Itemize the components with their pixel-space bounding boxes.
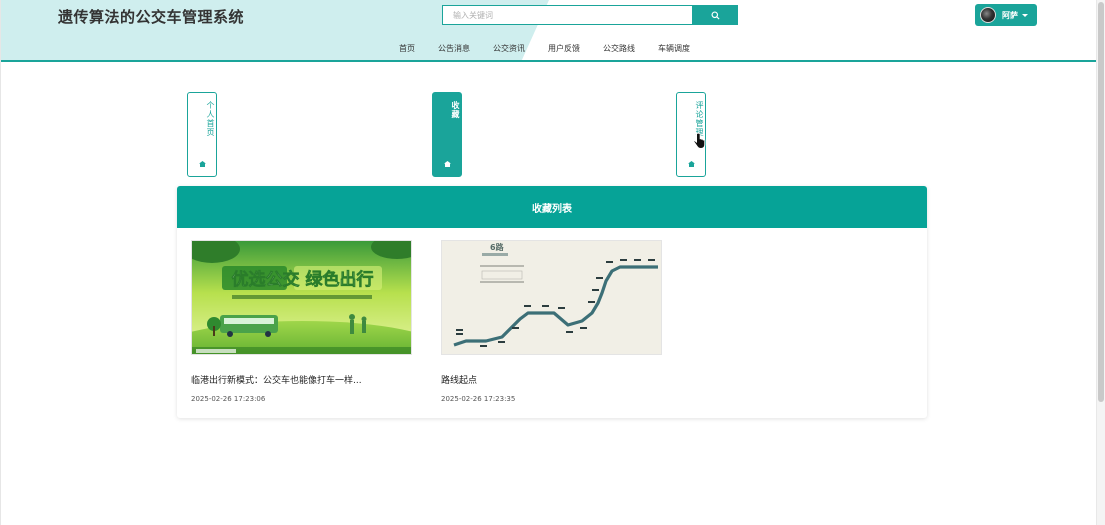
green-travel-banner-image: 优选公交 绿色出行 xyxy=(192,241,411,354)
favorite-card[interactable]: 6路 路线起点 2025-02-26 17:23:35 xyxy=(441,240,662,403)
home-icon xyxy=(444,161,451,167)
search-button[interactable] xyxy=(692,5,738,25)
nav-item-announcements[interactable]: 公告消息 xyxy=(438,43,470,54)
search-input[interactable] xyxy=(442,5,692,25)
vertical-scrollbar[interactable] xyxy=(1096,0,1105,525)
tab-profile-label: 个人首页 xyxy=(206,101,215,137)
favorites-heading: 收藏列表 xyxy=(177,186,927,228)
search-bar xyxy=(442,5,738,25)
chevron-down-icon xyxy=(1022,13,1028,17)
home-icon xyxy=(199,161,206,167)
page: 遗传算法的公交车管理系统 首页 公告消息 公交资讯 用户反馈 公交路线 车辆调度… xyxy=(0,0,1105,525)
favorite-card-image: 优选公交 绿色出行 xyxy=(191,240,412,355)
favorite-card[interactable]: 优选公交 绿色出行 临港出行新模式：公交车也能像打车一样... 2025-02-… xyxy=(191,240,412,403)
user-name: 阿萨 xyxy=(1002,10,1018,20)
site-title: 遗传算法的公交车管理系统 xyxy=(58,8,245,26)
route-map-label: 6路 xyxy=(490,242,505,252)
bus-route-map-image: 6路 xyxy=(442,241,661,354)
favorite-card-image: 6路 xyxy=(441,240,662,355)
nav-item-bus-news[interactable]: 公交资讯 xyxy=(493,43,525,54)
tab-comments-label: 评论管理 xyxy=(695,101,704,137)
banner-slogan: 优选公交 绿色出行 xyxy=(232,269,374,290)
avatar xyxy=(980,7,996,23)
home-icon xyxy=(688,161,695,167)
tab-favorites-label: 收藏 xyxy=(451,101,460,119)
favorite-card-date: 2025-02-26 17:23:35 xyxy=(441,395,516,403)
nav-item-dispatch[interactable]: 车辆调度 xyxy=(658,43,690,54)
scrollbar-thumb[interactable] xyxy=(1098,2,1104,402)
nav-item-feedback[interactable]: 用户反馈 xyxy=(548,43,580,54)
nav-item-home[interactable]: 首页 xyxy=(399,43,415,54)
tab-favorites[interactable]: 收藏 xyxy=(432,92,462,177)
favorite-card-title[interactable]: 路线起点 xyxy=(441,373,662,386)
favorite-card-date: 2025-02-26 17:23:06 xyxy=(191,395,266,403)
nav-item-bus-routes[interactable]: 公交路线 xyxy=(603,43,635,54)
tab-profile[interactable]: 个人首页 xyxy=(187,92,217,177)
main-nav: 首页 公告消息 公交资讯 用户反馈 公交路线 车辆调度 xyxy=(399,43,713,54)
favorite-card-title[interactable]: 临港出行新模式：公交车也能像打车一样... xyxy=(191,373,412,386)
pointer-cursor-icon xyxy=(693,133,706,150)
header: 遗传算法的公交车管理系统 首页 公告消息 公交资讯 用户反馈 公交路线 车辆调度… xyxy=(1,0,1097,62)
search-icon xyxy=(710,10,720,20)
user-menu-button[interactable]: 阿萨 xyxy=(975,4,1037,26)
favorites-panel: 收藏列表 优选公交 绿色出行 临港出行新模式：公交车也能像打车一样... 202… xyxy=(177,186,927,418)
